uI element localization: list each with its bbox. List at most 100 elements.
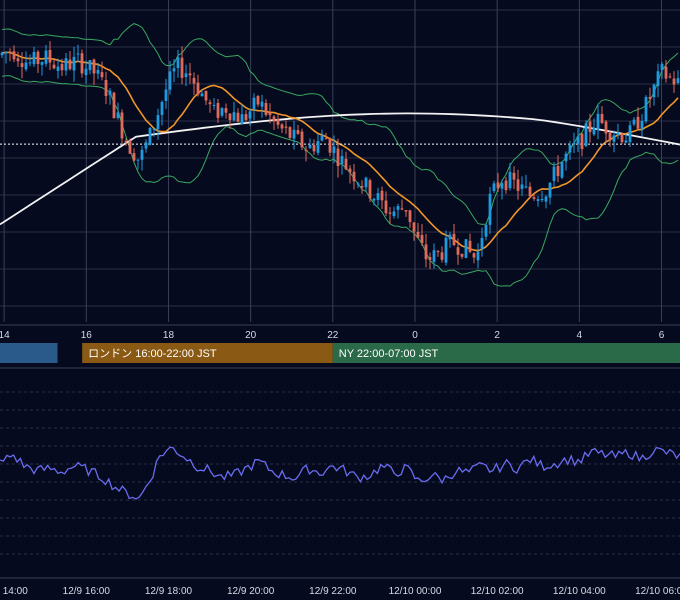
candle-body (328, 138, 332, 153)
candle-body (484, 224, 488, 237)
candle-body (168, 71, 172, 90)
chart-canvas: 14 16 18 20 22 0 2 4 6 ロンドン 16:00-22:00 JST NY 22:… (0, 0, 680, 597)
candle-body (660, 64, 664, 71)
main-x-tick-label: 4 (577, 330, 583, 341)
candle-body (260, 101, 264, 107)
candle-body (308, 144, 312, 149)
candle-body (668, 76, 672, 78)
candle-body (152, 128, 156, 130)
candle-body (336, 148, 340, 167)
candle-body (620, 133, 624, 143)
candle-body (444, 237, 448, 263)
candle-body (196, 82, 200, 95)
candle-body (540, 199, 544, 201)
candle-body (40, 62, 44, 65)
candle-body (404, 210, 408, 212)
candle-body (68, 59, 72, 70)
candle-body (516, 179, 520, 191)
candle-body (364, 177, 368, 188)
candle-body (592, 127, 596, 135)
oscillator-x-tick-label: 12/9 14:00 (0, 586, 28, 597)
candle-body (568, 144, 572, 153)
candle-body (476, 251, 480, 261)
candle-body (380, 190, 384, 201)
main-x-tick-label: 18 (163, 330, 175, 341)
candle-body (148, 127, 152, 145)
candle-body (552, 166, 556, 181)
candle-body (636, 116, 640, 129)
candle-body (348, 168, 352, 173)
candle-body (508, 171, 512, 189)
candle-body (320, 135, 324, 141)
candle-body (644, 97, 648, 122)
candle-body (372, 198, 376, 201)
main-x-tick-label: 16 (81, 330, 93, 341)
candle-body (632, 119, 636, 125)
candle-body (224, 108, 228, 113)
candle-body (388, 212, 392, 214)
candle-body (232, 112, 236, 121)
candle-body (12, 51, 16, 60)
candle-body (132, 153, 136, 161)
candle-body (88, 60, 92, 71)
candle-body (472, 253, 476, 258)
candle-body (572, 143, 576, 145)
candle-body (184, 73, 188, 78)
candle-body (408, 210, 412, 223)
oscillator-x-tick-label: 12/9 22:00 (309, 586, 357, 597)
candle-body (228, 113, 232, 121)
candle-body (548, 182, 552, 198)
candle-body (28, 62, 32, 64)
candle-body (212, 104, 216, 106)
candle-body (120, 112, 124, 139)
candle-body (324, 138, 328, 140)
candle-body (176, 57, 180, 69)
candle-body (564, 153, 568, 162)
candle-body (428, 257, 432, 260)
bollinger-lower-line (1, 75, 679, 287)
candle-body (628, 125, 632, 143)
oscillator-x-tick-label: 12/9 16:00 (63, 586, 111, 597)
candle-body (288, 127, 292, 138)
main-x-tick-label: 0 (412, 330, 418, 341)
candle-body (252, 97, 256, 110)
main-x-tick-label: 2 (494, 330, 500, 341)
candle-body (104, 80, 108, 96)
candle-body (108, 90, 112, 96)
candle-body (608, 132, 612, 140)
candle-body (84, 68, 88, 76)
candle-body (528, 186, 532, 197)
candle-body (596, 113, 600, 130)
candle-body (56, 66, 60, 71)
candle-body (420, 234, 424, 244)
oscillator-x-tick-label: 12/10 06:00 (635, 586, 680, 597)
candle-body (180, 57, 184, 78)
candle-body (492, 183, 496, 192)
session-label: NY 22:00-07:00 JST (339, 348, 439, 360)
candle-body (584, 123, 588, 147)
candle-body (0, 52, 4, 56)
candle-body (640, 120, 644, 130)
oscillator-x-tick-label: 12/10 00:00 (389, 586, 442, 597)
candle-body (412, 222, 416, 232)
candle-body (64, 58, 68, 71)
candle-body (532, 197, 536, 199)
candle-body (36, 51, 40, 64)
candle-body (544, 196, 548, 202)
candle-body (164, 89, 168, 101)
candle-body (504, 180, 508, 191)
oscillator-line (0, 446, 680, 500)
candle-body (60, 63, 64, 71)
candles (0, 41, 680, 270)
oscillator-x-tick-label: 12/10 02:00 (471, 586, 524, 597)
candle-body (356, 183, 360, 185)
candle-body (16, 58, 20, 62)
oscillator-grid (0, 367, 680, 579)
candle-body (604, 121, 608, 134)
candle-body (500, 183, 504, 189)
candle-body (96, 69, 100, 74)
candle-body (340, 156, 344, 164)
candle-body (216, 103, 220, 118)
candle-body (460, 253, 464, 257)
candle-body (312, 145, 316, 152)
